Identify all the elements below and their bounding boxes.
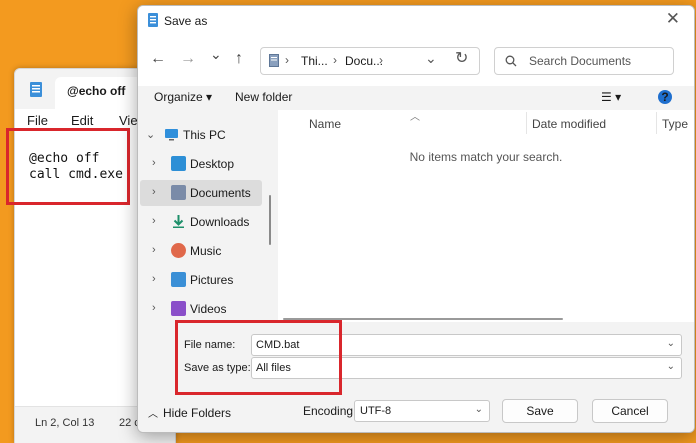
chevron-down-icon[interactable]: ⌄ bbox=[475, 404, 483, 415]
chevron-right-icon[interactable]: › bbox=[152, 215, 156, 227]
this-pc-icon bbox=[165, 129, 178, 141]
search-placeholder: Search Documents bbox=[529, 54, 632, 68]
breadcrumb-separator-icon: › bbox=[379, 53, 383, 67]
chevron-down-icon[interactable]: ⌄ bbox=[667, 361, 675, 372]
encoding-select[interactable]: UTF-8 ⌄ bbox=[354, 400, 490, 422]
breadcrumb-documents[interactable]: Docu... bbox=[345, 54, 383, 68]
menu-file[interactable]: File bbox=[27, 113, 48, 128]
breadcrumb-separator-icon: › bbox=[285, 53, 289, 67]
documents-icon bbox=[171, 185, 186, 200]
tree-item-videos[interactable]: › Videos bbox=[138, 296, 262, 322]
tree-item-this-pc[interactable]: ⌄ This PC bbox=[138, 122, 262, 148]
code-highlight-box bbox=[6, 128, 130, 205]
hide-folders-label: Hide Folders bbox=[163, 406, 232, 420]
forward-arrow-icon[interactable]: → bbox=[180, 50, 196, 68]
tree-label: Documents bbox=[190, 186, 251, 200]
music-icon bbox=[171, 243, 186, 258]
navigation-bar: ← → ⌄ ↑ › Thi... › Docu... › ⌄ ↻ Search … bbox=[138, 36, 694, 86]
tree-item-desktop[interactable]: › Desktop bbox=[138, 151, 262, 177]
pictures-icon bbox=[171, 272, 186, 287]
view-options-icon[interactable]: ☰ ▾ bbox=[601, 90, 621, 104]
sort-ascending-icon: ︿ bbox=[410, 112, 420, 123]
up-arrow-icon[interactable]: ↑ bbox=[235, 50, 243, 68]
videos-icon bbox=[171, 301, 186, 316]
document-folder-icon bbox=[269, 54, 279, 67]
help-icon[interactable]: ? bbox=[658, 90, 672, 104]
dialog-titlebar: Save as ✕ bbox=[138, 6, 694, 36]
chevron-down-icon[interactable]: ⌄ bbox=[667, 338, 675, 349]
expanded-chevron-icon[interactable]: ⌄ bbox=[146, 128, 155, 141]
chevron-right-icon[interactable]: › bbox=[152, 186, 156, 198]
scrollbar-thumb[interactable] bbox=[269, 195, 271, 245]
chevron-right-icon[interactable]: › bbox=[152, 302, 156, 314]
tree-label: Desktop bbox=[190, 157, 235, 171]
empty-message: No items match your search. bbox=[409, 150, 563, 164]
back-arrow-icon[interactable]: ← bbox=[150, 50, 166, 68]
tree-item-documents[interactable]: › Documents bbox=[140, 180, 262, 206]
column-header-type[interactable]: Type bbox=[662, 117, 688, 131]
column-divider[interactable] bbox=[526, 112, 527, 134]
cancel-button[interactable]: Cancel bbox=[592, 399, 668, 423]
tree-item-pictures[interactable]: › Pictures bbox=[138, 267, 262, 293]
column-header-name[interactable]: Name bbox=[309, 117, 341, 131]
recent-locations-chevron-icon[interactable]: ⌄ bbox=[210, 46, 222, 63]
organize-button[interactable]: Organize ▾ bbox=[154, 90, 212, 104]
menu-view[interactable]: Vie bbox=[119, 113, 138, 128]
save-button[interactable]: Save bbox=[502, 399, 578, 423]
breadcrumb-this-pc[interactable]: Thi... bbox=[301, 54, 328, 68]
dialog-title: Save as bbox=[164, 14, 208, 28]
tree-label: Downloads bbox=[190, 215, 250, 229]
notepad-icon bbox=[148, 13, 158, 27]
column-header-date-modified[interactable]: Date modified bbox=[532, 117, 606, 131]
tree-item-downloads[interactable]: › Downloads bbox=[138, 209, 262, 235]
close-icon[interactable]: ✕ bbox=[666, 9, 680, 29]
chevron-up-icon: ︿ bbox=[148, 409, 158, 420]
notepad-icon bbox=[30, 82, 42, 97]
chevron-right-icon[interactable]: › bbox=[152, 244, 156, 256]
encoding-label: Encoding: bbox=[303, 404, 357, 418]
address-dropdown-icon[interactable]: ⌄ bbox=[425, 50, 437, 67]
column-divider[interactable] bbox=[656, 112, 657, 134]
encoding-value: UTF-8 bbox=[360, 405, 392, 417]
chevron-right-icon[interactable]: › bbox=[152, 157, 156, 169]
tree-label: Pictures bbox=[190, 273, 234, 287]
address-bar[interactable]: › Thi... › Docu... › ⌄ bbox=[260, 47, 480, 75]
new-folder-button[interactable]: New folder bbox=[235, 90, 292, 104]
tree-label: Music bbox=[190, 244, 222, 258]
menu-edit[interactable]: Edit bbox=[71, 113, 93, 128]
chevron-right-icon[interactable]: › bbox=[152, 273, 156, 285]
navigation-pane-scrollbar[interactable] bbox=[268, 110, 272, 325]
notepad-tab-title: @echo off bbox=[67, 84, 126, 98]
tree-label: Videos bbox=[190, 302, 227, 316]
search-icon bbox=[505, 55, 517, 67]
fields-highlight-box bbox=[175, 320, 342, 395]
tree-item-music[interactable]: › Music bbox=[138, 238, 262, 264]
downloads-icon bbox=[173, 215, 184, 228]
file-list[interactable]: ︿ Name Date modified Type No items match… bbox=[278, 110, 694, 322]
refresh-icon[interactable]: ↻ bbox=[455, 48, 468, 68]
breadcrumb-separator-icon: › bbox=[333, 53, 337, 67]
hide-folders-button[interactable]: ︿ Hide Folders bbox=[148, 405, 231, 420]
navigation-pane: ⌄ This PC › Desktop › Documents › Downlo bbox=[138, 110, 270, 325]
search-input[interactable]: Search Documents bbox=[494, 47, 674, 75]
desktop-icon bbox=[171, 156, 186, 171]
tree-label: This PC bbox=[183, 128, 226, 142]
status-position: Ln 2, Col 13 bbox=[35, 417, 95, 429]
command-bar: Organize ▾ New folder ☰ ▾ ? bbox=[138, 86, 694, 110]
